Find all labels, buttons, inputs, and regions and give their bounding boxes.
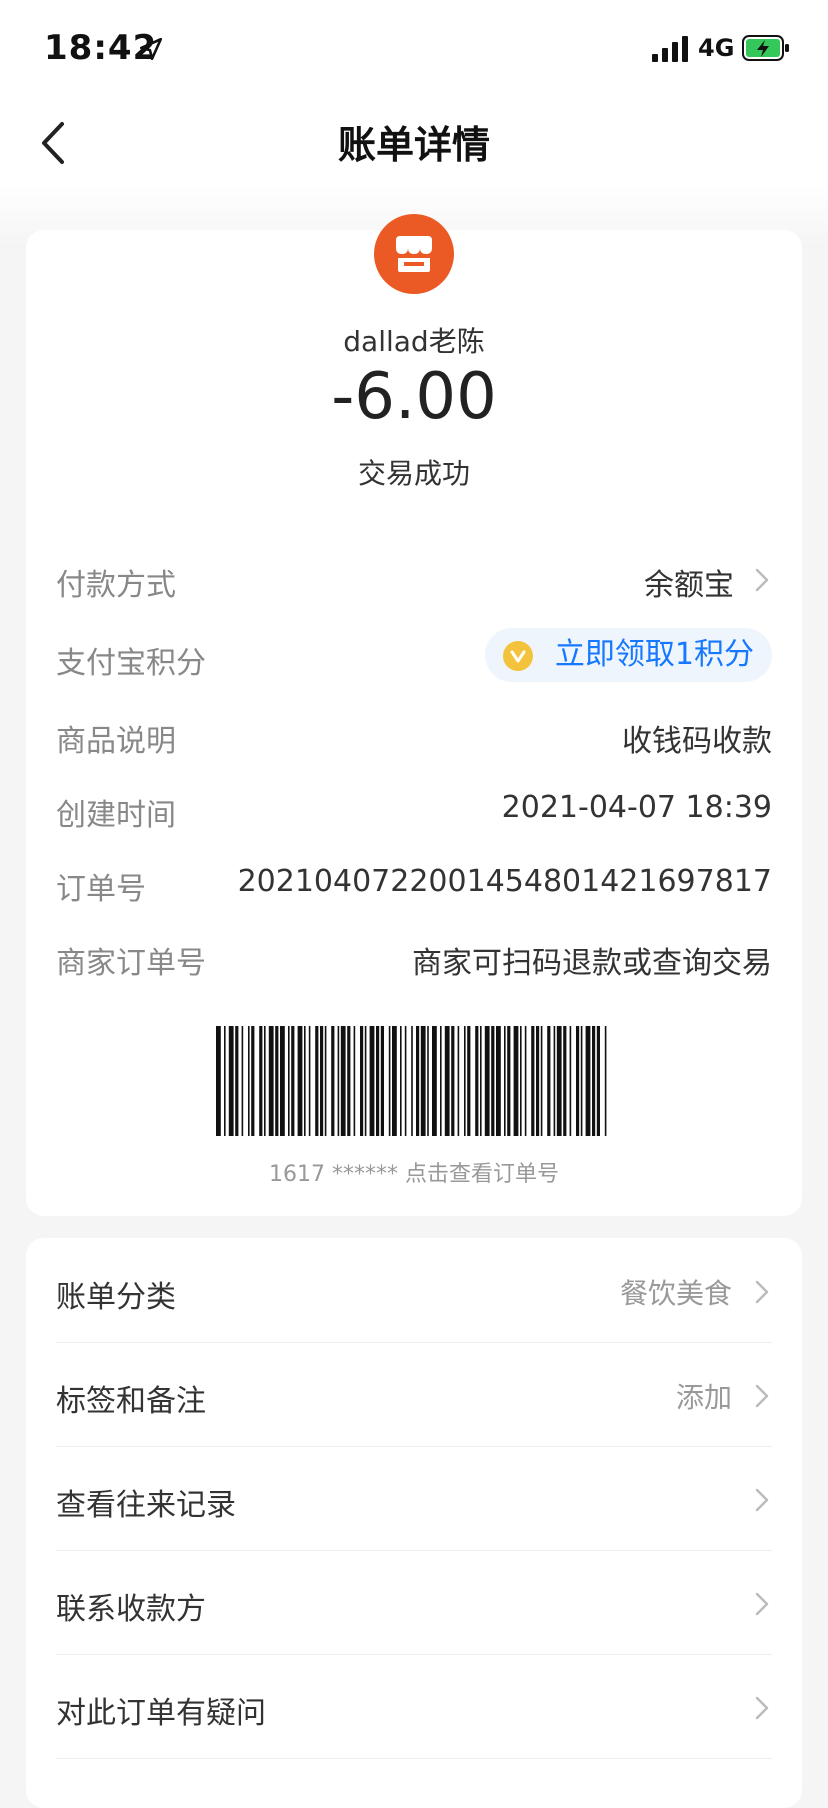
claim-points-button[interactable]: 立即领取1积分	[484, 628, 772, 682]
chevron-right-icon	[755, 1488, 769, 1512]
detail-row-merchant-order-number: 商家订单号 商家可扫码退款或查询交易	[56, 926, 772, 986]
menu-item-label: 对此订单有疑问	[56, 1696, 266, 1731]
page-title: 账单详情	[337, 123, 490, 167]
menu-item-category[interactable]: 账单分类 餐饮美食	[56, 1238, 772, 1343]
detail-label: 创建时间	[56, 798, 176, 833]
chevron-right-icon	[755, 1592, 769, 1616]
menu-item-label: 联系收款方	[56, 1592, 206, 1627]
order-barcode[interactable]	[216, 1026, 608, 1136]
detail-row-order-number: 订单号 2021040722001454801421697817	[56, 852, 772, 912]
menu-item-contact-payee[interactable]: 联系收款方	[56, 1550, 772, 1655]
chevron-right-icon	[755, 568, 769, 592]
menu-item-order-question[interactable]: 对此订单有疑问	[56, 1654, 772, 1759]
chevron-right-icon	[755, 1696, 769, 1720]
detail-label: 商家订单号	[56, 946, 206, 981]
menu-item-history[interactable]: 查看往来记录	[56, 1446, 772, 1551]
transaction-status: 交易成功	[357, 457, 470, 490]
network-type: 4G	[698, 34, 735, 62]
menu-item-label: 标签和备注	[56, 1384, 206, 1419]
detail-row-description: 商品说明 收钱码收款	[56, 704, 772, 764]
menu-item-label: 查看往来记录	[56, 1488, 236, 1523]
detail-row-created-time: 创建时间 2021-04-07 18:39	[56, 778, 772, 838]
detail-row-points: 支付宝积分 立即领取1积分	[56, 626, 772, 686]
detail-value: 商家可扫码退款或查询交易	[412, 946, 772, 981]
detail-value: 余额宝	[644, 568, 734, 603]
menu-item-value: 餐饮美食	[619, 1277, 732, 1310]
detail-row-payment-method[interactable]: 付款方式 余额宝	[56, 548, 772, 608]
transaction-amount: -6.00	[331, 360, 497, 434]
chevron-right-icon	[755, 1280, 769, 1304]
menu-item-label: 账单分类	[56, 1280, 176, 1315]
detail-value: 收钱码收款	[622, 724, 772, 759]
detail-value: 2021-04-07 18:39	[501, 790, 772, 825]
chevron-right-icon	[755, 1384, 769, 1408]
menu-item-value: 添加	[675, 1381, 732, 1414]
detail-label: 商品说明	[56, 724, 176, 759]
detail-label: 支付宝积分	[56, 646, 206, 681]
nav-bar: 账单详情	[0, 100, 828, 186]
location-arrow-icon	[139, 37, 163, 61]
transaction-card: dallad老陈 -6.00 交易成功 付款方式 余额宝 支付宝积分 立即领取1…	[26, 214, 802, 1216]
merchant-name: dallad老陈	[343, 325, 485, 358]
status-bar: 18:42 4G	[0, 0, 828, 100]
claim-points-label: 立即领取1积分	[554, 637, 754, 672]
coin-icon	[502, 641, 533, 671]
detail-label: 订单号	[56, 872, 146, 907]
detail-label: 付款方式	[56, 568, 176, 603]
detail-value: 2021040722001454801421697817	[237, 864, 772, 899]
store-icon	[374, 214, 454, 294]
signal-icon	[652, 36, 688, 62]
actions-card: 账单分类 餐饮美食 标签和备注 添加 查看往来记录 联系收款方 对此订单有疑问	[26, 1238, 802, 1808]
menu-item-tags-notes[interactable]: 标签和备注 添加	[56, 1342, 772, 1447]
battery-charging-icon	[742, 35, 789, 61]
barcode-caption[interactable]: 1617 ****** 点击查看订单号	[26, 1156, 802, 1188]
